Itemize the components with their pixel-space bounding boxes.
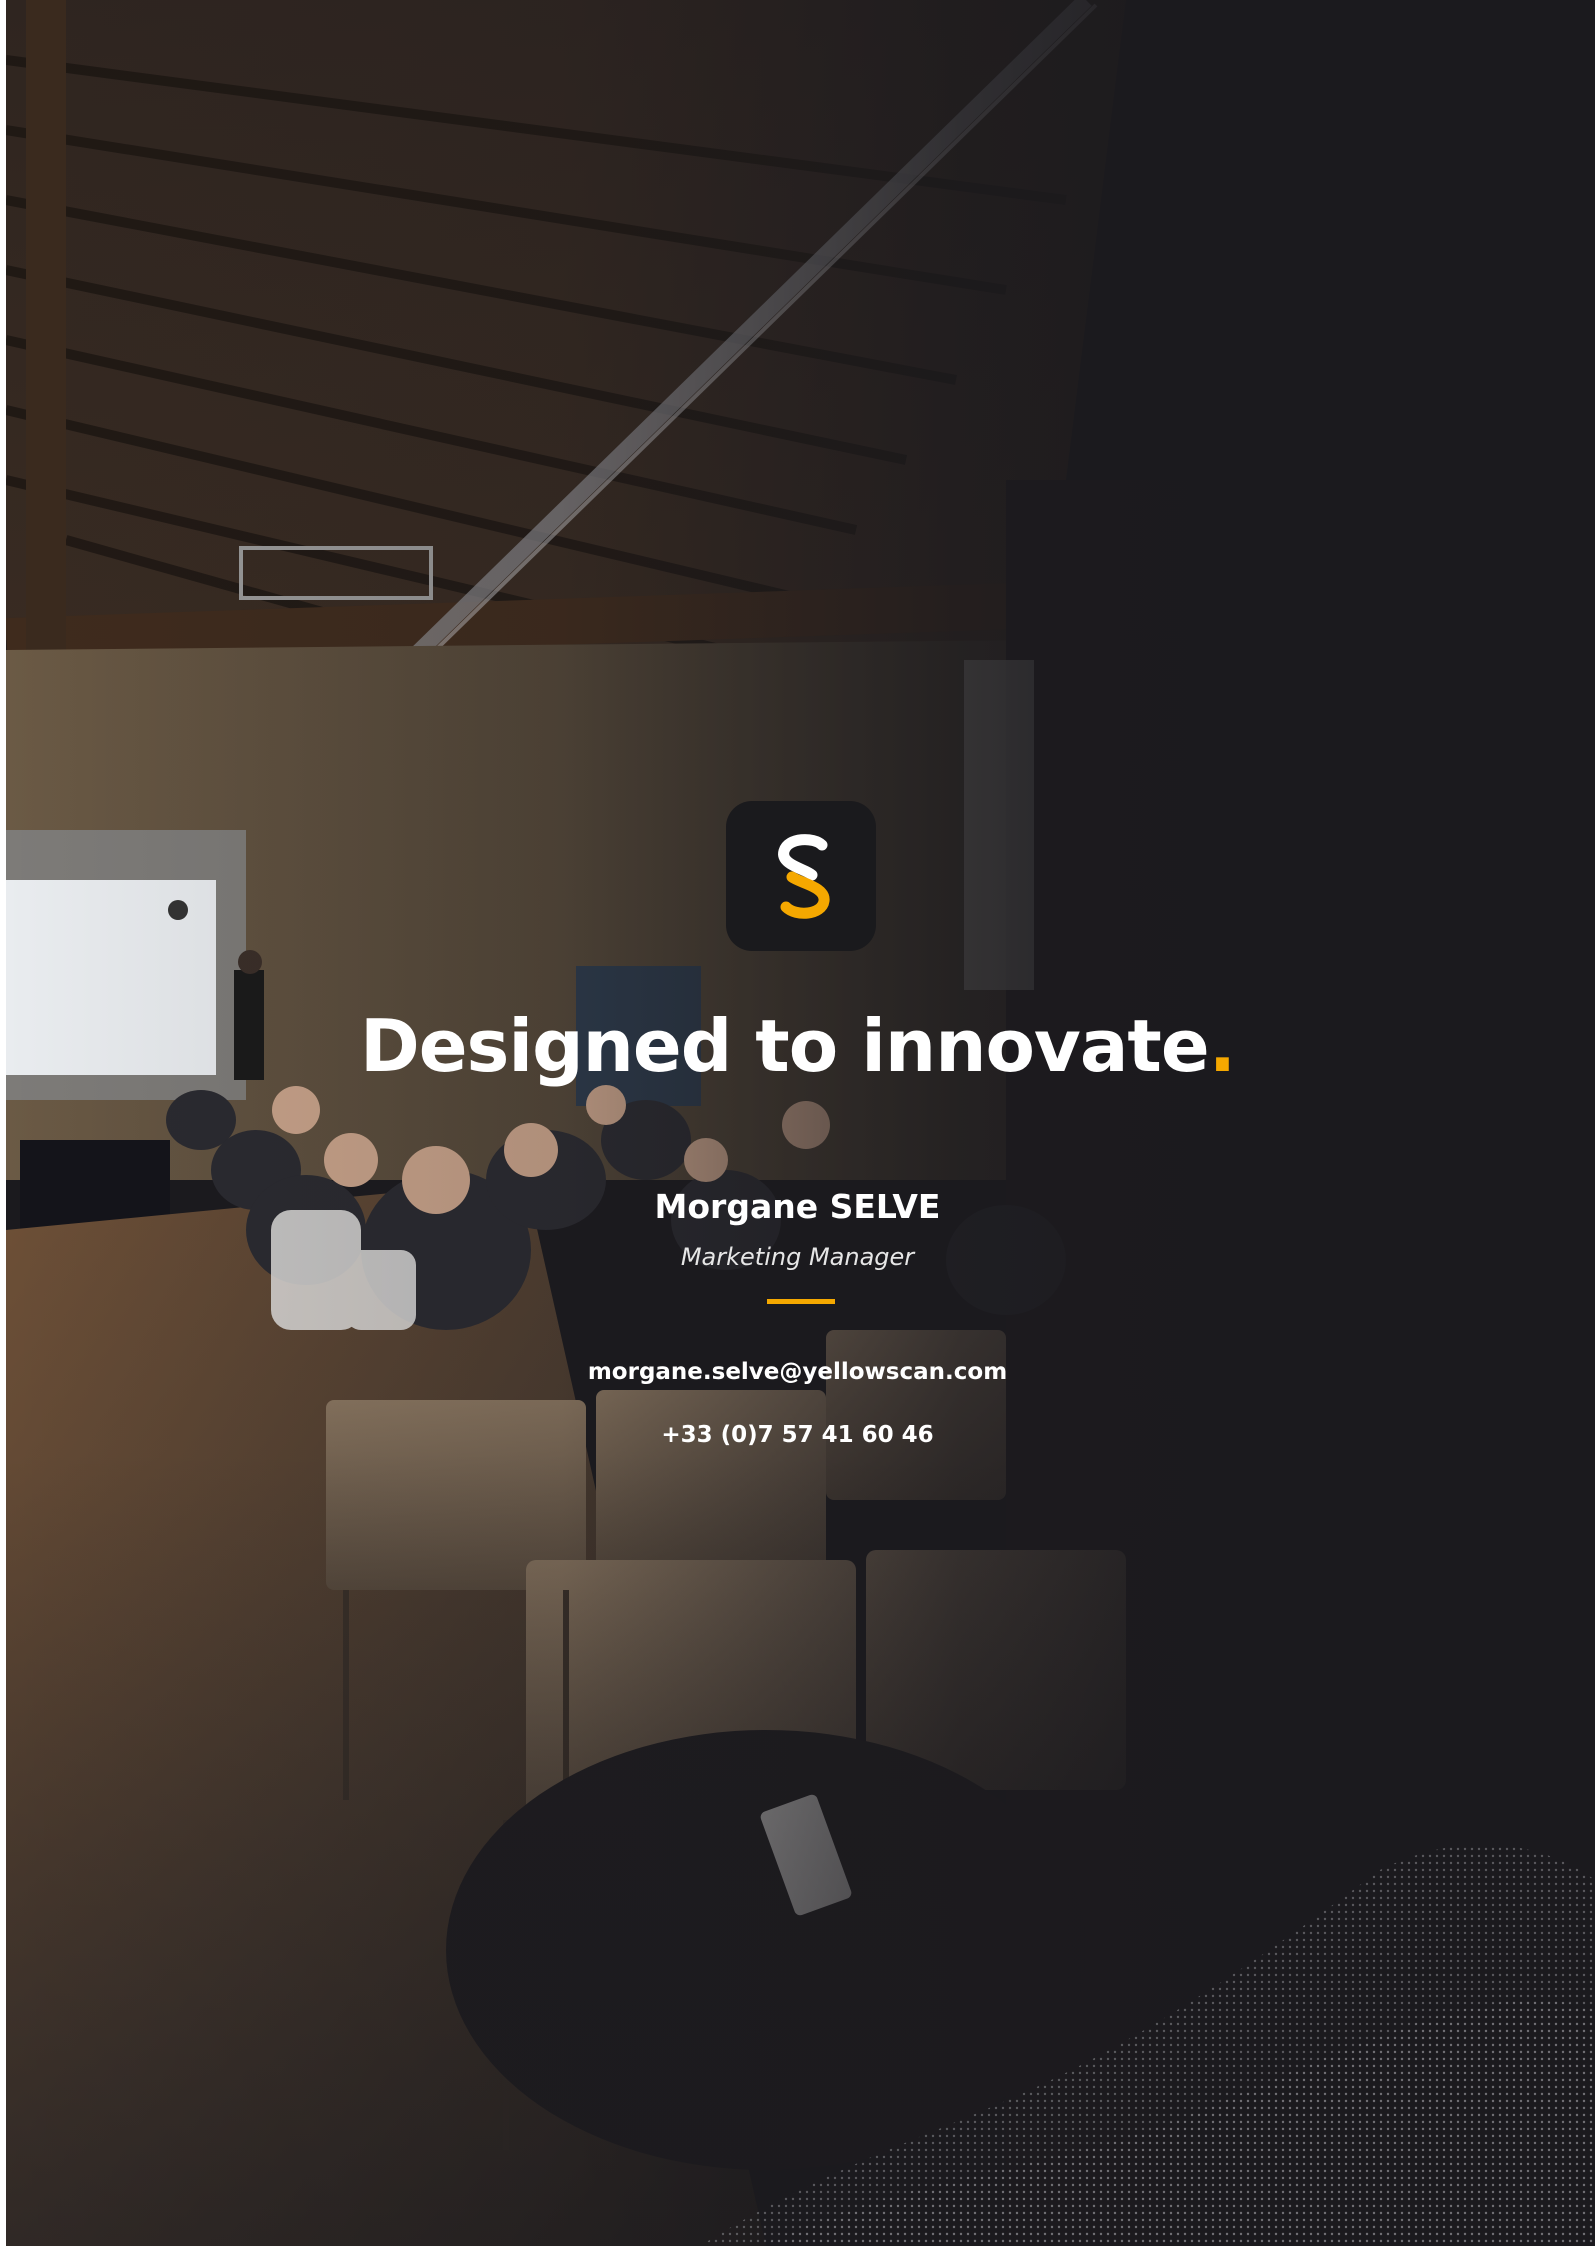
back-cover-page: Designed to innovate. Morgane SELVE Mark… bbox=[0, 0, 1595, 2246]
headline: Designed to innovate. bbox=[0, 1000, 1595, 1092]
contact-role: Marketing Manager bbox=[680, 1243, 915, 1271]
yellowscan-s-logo-icon bbox=[726, 801, 876, 951]
dotted-wave-decoration bbox=[700, 1844, 1595, 2246]
headline-accent-dot: . bbox=[1208, 1004, 1236, 1088]
contact-email-link[interactable]: morgane.selve@yellowscan.com bbox=[0, 1355, 1595, 1389]
headline-text: Designed to innovate bbox=[359, 1004, 1210, 1088]
contact-name: Morgane SELVE bbox=[654, 1187, 941, 1226]
accent-divider bbox=[767, 1299, 835, 1304]
contact-phone-link[interactable]: +33 (0)7 57 41 60 46 bbox=[0, 1418, 1595, 1452]
